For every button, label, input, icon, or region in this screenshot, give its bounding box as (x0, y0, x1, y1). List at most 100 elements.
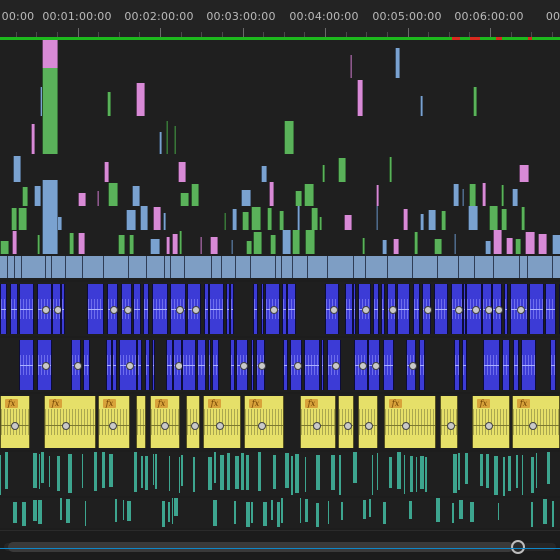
video-clip[interactable] (389, 157, 392, 182)
sfx-clip[interactable] (363, 500, 366, 519)
sfx-clip[interactable] (258, 452, 261, 491)
video-clip[interactable] (420, 96, 423, 116)
video-clip[interactable] (104, 162, 109, 182)
music-clip[interactable]: fx (384, 396, 436, 448)
volume-rubberband[interactable] (503, 365, 509, 366)
sfx-clip[interactable] (331, 455, 335, 490)
sfx-clip[interactable] (172, 498, 173, 524)
keyframe-icon[interactable] (258, 422, 266, 430)
video-clip[interactable] (267, 208, 272, 230)
video-clip[interactable] (200, 237, 202, 254)
video-clip[interactable] (453, 184, 459, 206)
sfx-clip[interactable] (420, 456, 424, 489)
sfx-clip[interactable] (369, 499, 371, 517)
keyframe-icon[interactable] (517, 306, 525, 314)
sfx-clip[interactable] (271, 500, 273, 520)
video-track-3[interactable] (0, 182, 560, 206)
video-clip[interactable] (104, 256, 129, 278)
audio-clip[interactable] (236, 340, 248, 390)
audio-clip[interactable] (10, 284, 18, 334)
video-clip[interactable] (489, 206, 498, 230)
sfx-clip[interactable] (508, 456, 511, 491)
sfx-clip[interactable] (353, 452, 357, 483)
video-clip[interactable] (18, 208, 27, 230)
volume-rubberband[interactable] (134, 309, 140, 310)
video-clip[interactable] (13, 156, 21, 182)
video-clip[interactable] (246, 241, 252, 254)
video-clip[interactable] (538, 234, 547, 254)
volume-rubberband[interactable] (546, 309, 555, 310)
volume-rubberband[interactable] (384, 365, 393, 366)
video-clip[interactable] (140, 206, 148, 230)
volume-rubberband[interactable] (209, 365, 210, 366)
keyframe-icon[interactable] (216, 422, 224, 430)
video-clip[interactable] (232, 209, 237, 230)
keyframe-icon[interactable] (313, 422, 321, 430)
video-clip[interactable] (494, 256, 520, 278)
keyframe-icon[interactable] (485, 422, 493, 430)
keyframe-icon[interactable] (495, 306, 503, 314)
volume-rubberband[interactable] (514, 365, 518, 366)
keyframe-icon[interactable] (176, 306, 184, 314)
fx-icon[interactable]: fx (155, 399, 168, 408)
keyframe-icon[interactable] (191, 422, 199, 430)
sfx-clip[interactable] (281, 498, 283, 523)
sfx-clip[interactable] (459, 500, 463, 519)
audio-clip[interactable] (513, 340, 519, 390)
audio-clip[interactable] (327, 340, 341, 390)
video-clip[interactable] (78, 193, 86, 206)
audio-clip[interactable] (137, 340, 142, 390)
sfx-clip[interactable] (38, 500, 42, 524)
audio-clip[interactable] (354, 340, 368, 390)
volume-rubberband[interactable] (231, 365, 234, 366)
audio-clip[interactable] (345, 284, 353, 334)
video-clip[interactable] (388, 256, 413, 278)
video-clip[interactable] (454, 234, 456, 254)
music-clip[interactable]: fx (300, 396, 336, 448)
sfx-clip[interactable] (234, 501, 236, 524)
volume-rubberband[interactable] (88, 309, 103, 310)
video-clip[interactable] (485, 241, 491, 254)
keyframe-icon[interactable] (74, 362, 82, 370)
audio-clip[interactable] (304, 340, 320, 390)
volume-rubberband[interactable] (322, 365, 323, 366)
audio-clip[interactable] (170, 284, 186, 334)
sfx-clip[interactable] (453, 454, 457, 493)
sfx-clip[interactable] (531, 457, 534, 493)
audio-clip[interactable] (0, 284, 7, 334)
sfx-clip[interactable] (389, 457, 392, 488)
volume-rubberband[interactable] (107, 365, 111, 366)
sfx-clip[interactable] (503, 457, 505, 496)
video-clip[interactable] (180, 193, 189, 206)
audio-clip[interactable] (230, 284, 234, 334)
video-clip[interactable] (34, 186, 41, 206)
sfx-clip[interactable] (328, 501, 329, 524)
music-clip[interactable] (358, 396, 378, 448)
sfx-clip[interactable] (522, 455, 523, 495)
sfx-clip[interactable] (162, 501, 165, 527)
volume-rubberband[interactable] (522, 365, 535, 366)
audio-clip[interactable] (321, 340, 324, 390)
video-clip[interactable] (163, 213, 166, 230)
audio-clip[interactable] (71, 340, 82, 390)
video-clip[interactable] (292, 230, 300, 254)
video-clip[interactable] (420, 214, 424, 230)
volume-rubberband[interactable] (398, 309, 409, 310)
video-clip[interactable] (338, 158, 346, 182)
video-clip[interactable] (83, 256, 104, 278)
audio-clip[interactable] (152, 340, 155, 390)
audio-clip[interactable] (197, 340, 206, 390)
video-clip[interactable] (42, 180, 58, 254)
sfx-clip[interactable] (60, 498, 62, 520)
video-clip[interactable] (253, 232, 262, 254)
music-clip[interactable] (136, 396, 146, 448)
sfx-clip[interactable] (134, 452, 137, 492)
video-clip[interactable] (212, 256, 222, 278)
video-clip[interactable] (153, 207, 161, 230)
audio-clip[interactable] (261, 284, 264, 334)
volume-rubberband[interactable] (346, 309, 352, 310)
scroll-thumb[interactable] (8, 542, 514, 552)
sfx-clip[interactable] (127, 501, 131, 521)
volume-rubberband[interactable] (354, 309, 355, 310)
audio-track-5[interactable] (0, 498, 560, 528)
